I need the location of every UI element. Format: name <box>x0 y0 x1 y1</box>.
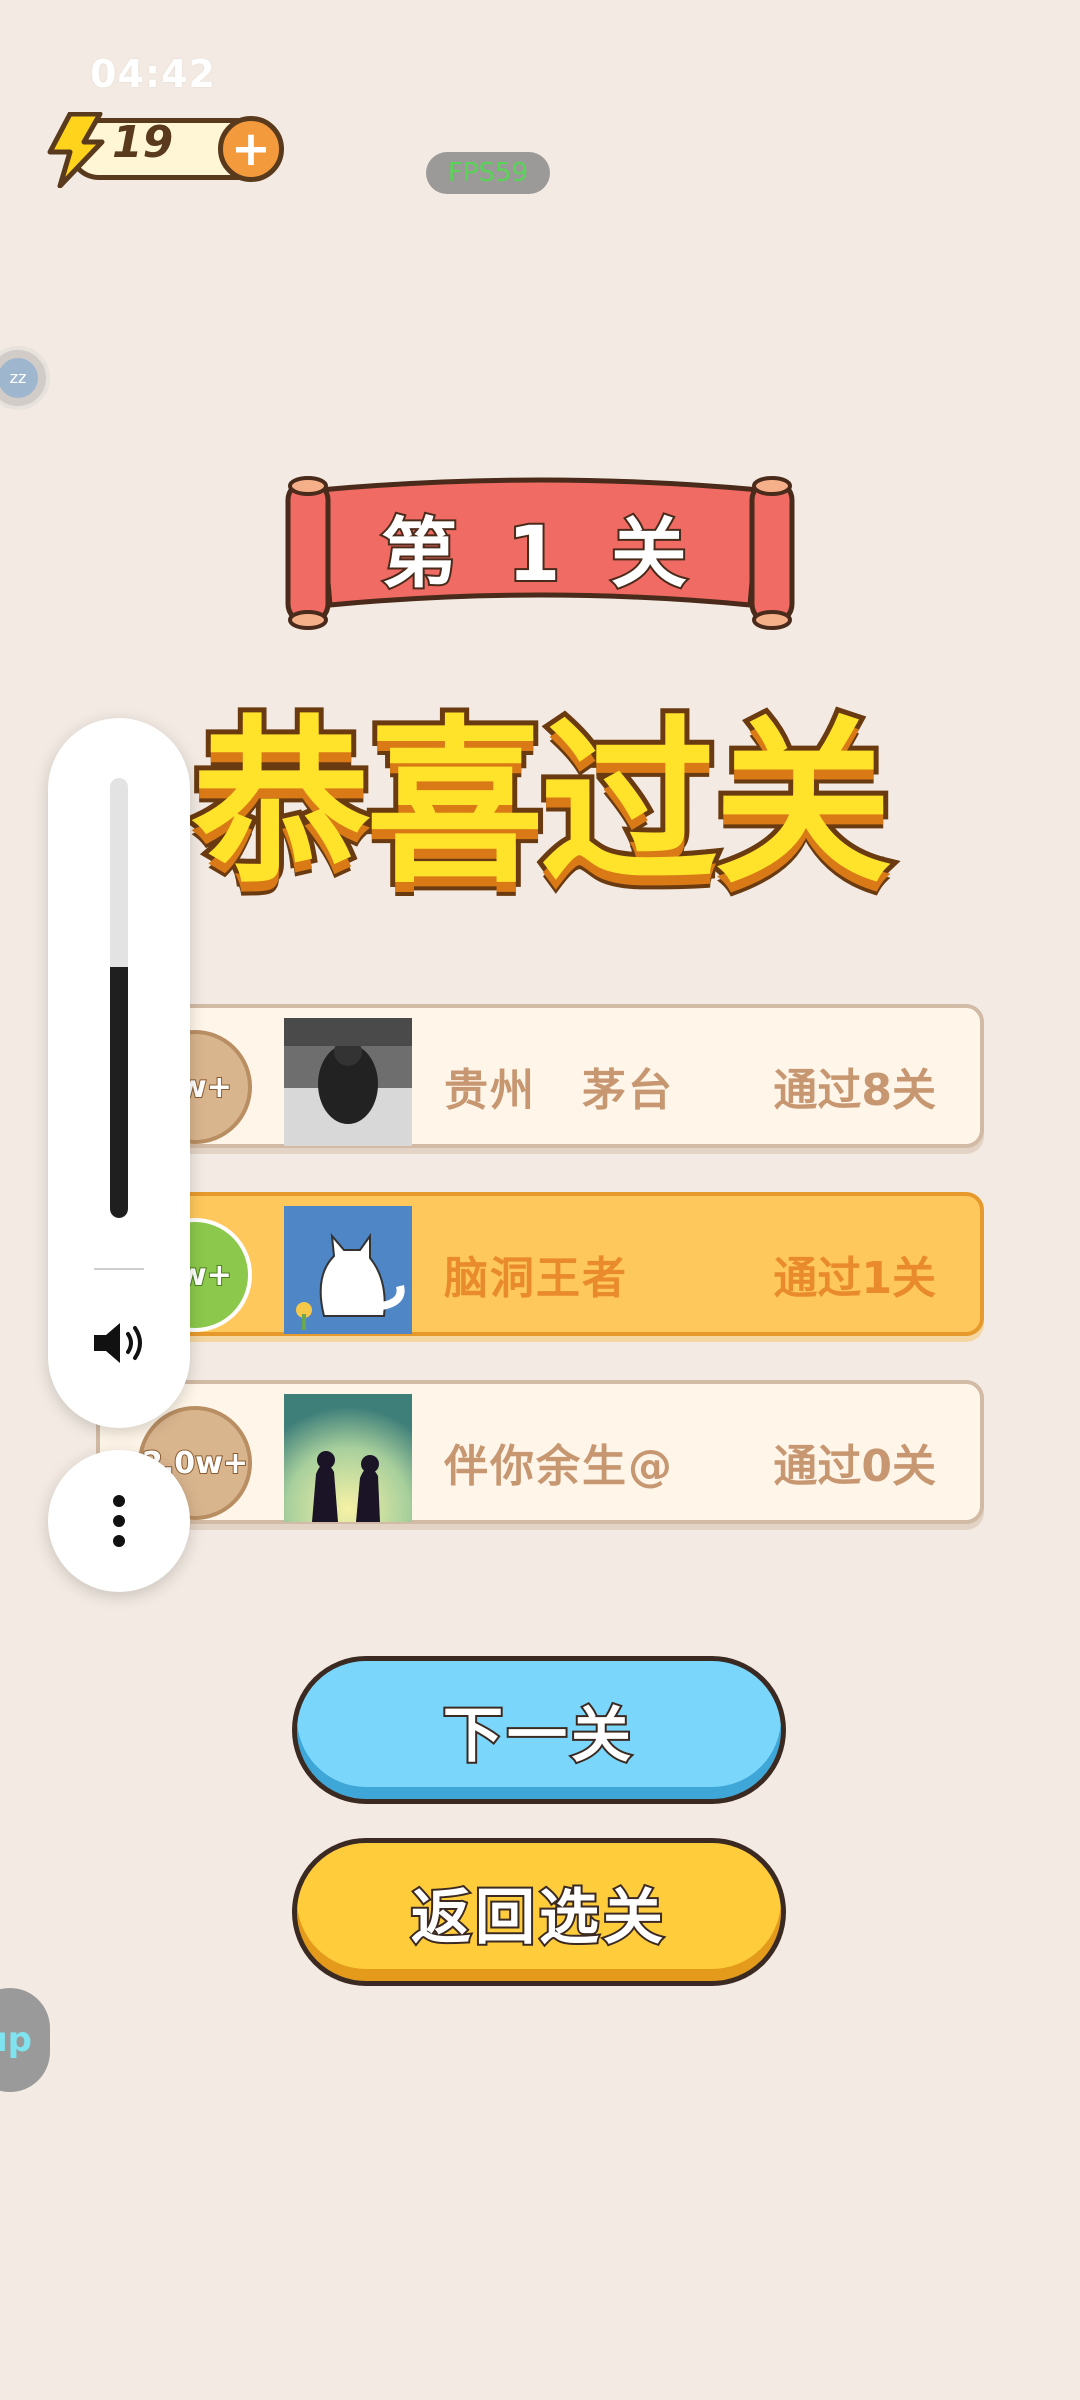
leaderboard-row-current-player: 0w+ 脑洞王者 通过1关 <box>96 1192 984 1336</box>
level-complete-title: 恭喜过关 <box>187 695 897 912</box>
back-to-level-select-button[interactable]: 返回选关 <box>292 1838 786 1986</box>
player-name: 伴你余生@ <box>444 1441 674 1492</box>
leaderboard-row: 2.0w+ 伴你余生@ 通过0关 <box>96 1380 984 1524</box>
avatar <box>284 1018 412 1146</box>
volume-slider-fill <box>110 967 128 1218</box>
leaderboard-row: 0w+ 贵州 茅台 通过8关 <box>96 1004 984 1148</box>
status-time: 04:42 <box>90 52 216 96</box>
levels-passed: 通过1关 <box>773 1253 936 1304</box>
more-vertical-icon <box>113 1495 125 1547</box>
avatar <box>284 1206 412 1334</box>
levels-passed: 通过0关 <box>773 1441 936 1492</box>
next-level-button[interactable]: 下一关 <box>292 1656 786 1804</box>
level-label: 第 1 关 <box>379 507 699 600</box>
volume-panel <box>48 718 190 1428</box>
volume-slider[interactable] <box>110 778 128 1218</box>
lightning-icon <box>47 112 105 188</box>
floating-assistant-bubble[interactable]: zz <box>0 346 50 410</box>
levels-passed: 通过8关 <box>773 1065 936 1116</box>
level-banner: 第 1 关 <box>280 470 800 630</box>
avatar <box>284 1394 412 1522</box>
speaker-icon[interactable] <box>90 1318 150 1368</box>
floating-up-bubble[interactable]: up <box>0 1988 50 2092</box>
assistant-bubble-label: zz <box>0 358 38 398</box>
volume-divider <box>94 1268 144 1270</box>
add-energy-button[interactable]: + <box>218 116 284 182</box>
energy-counter: 19 + <box>40 112 285 188</box>
more-options-button[interactable] <box>48 1450 190 1592</box>
player-name: 贵州 茅台 <box>444 1065 674 1116</box>
fps-indicator: FPS59 <box>426 152 550 194</box>
player-name: 脑洞王者 <box>444 1253 628 1304</box>
energy-value: 19 <box>112 117 174 168</box>
